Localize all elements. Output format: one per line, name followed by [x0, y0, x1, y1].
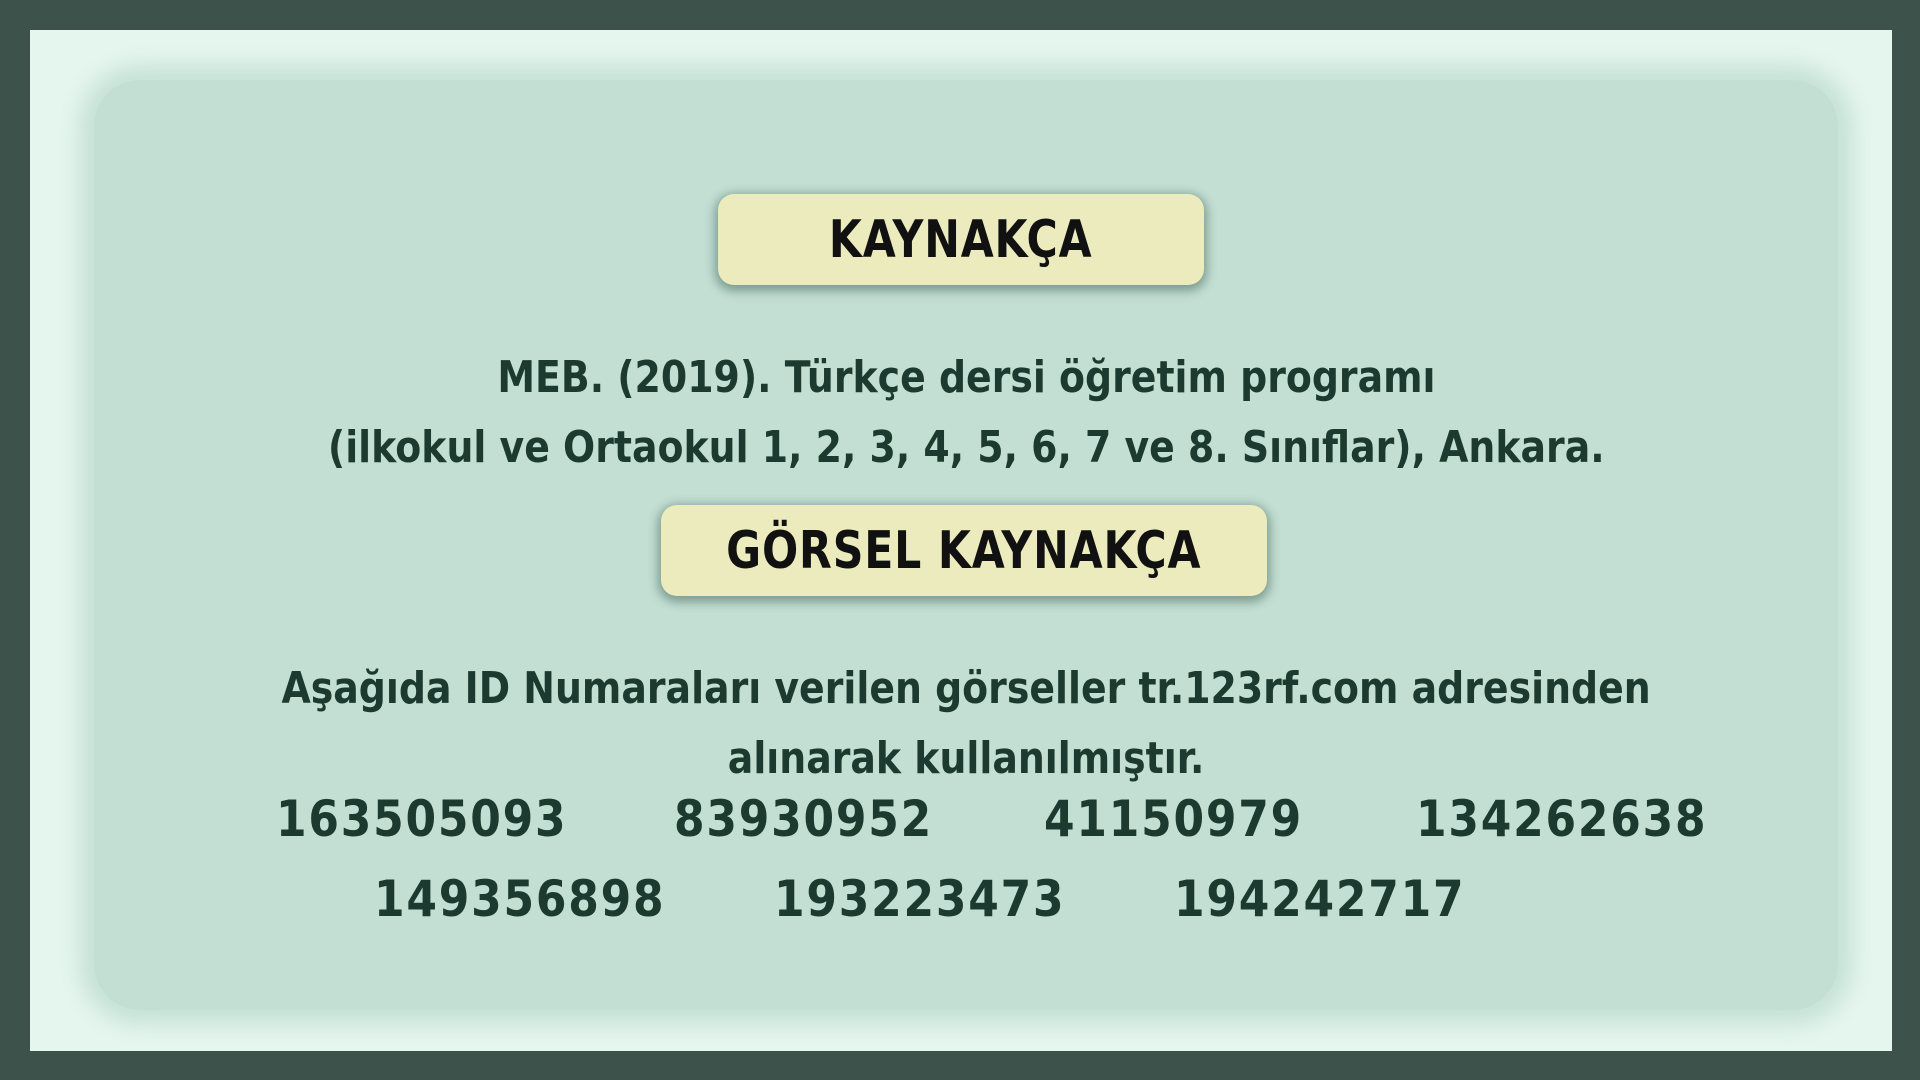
- reference-line-1: MEB. (2019). Türkçe dersi öğretim progra…: [496, 352, 1436, 403]
- references-heading: KAYNAKÇA: [829, 209, 1093, 270]
- content-panel: KAYNAKÇA MEB. (2019). Türkçe dersi öğret…: [94, 80, 1838, 1010]
- image-id: 41150979: [1044, 790, 1304, 848]
- image-id: 83930952: [674, 790, 934, 848]
- reference-line-2: (ilkokul ve Ortaokul 1, 2, 3, 4, 5, 6, 7…: [327, 422, 1605, 473]
- image-id: 134262638: [1416, 790, 1708, 848]
- image-id: 163505093: [276, 790, 568, 848]
- image-id: 194242717: [1174, 870, 1466, 928]
- image-id: 193223473: [774, 870, 1066, 928]
- image-references-heading: GÖRSEL KAYNAKÇA: [726, 520, 1202, 581]
- image-note-line-2: alınarak kullanılmıştır.: [727, 733, 1205, 784]
- image-id: 149356898: [374, 870, 666, 928]
- image-note-line-1: Aşağıda ID Numaraları verilen görseller …: [281, 663, 1651, 714]
- slide-frame: KAYNAKÇA MEB. (2019). Türkçe dersi öğret…: [30, 30, 1892, 1051]
- references-heading-box: KAYNAKÇA: [718, 194, 1204, 285]
- image-references-heading-box: GÖRSEL KAYNAKÇA: [661, 505, 1267, 596]
